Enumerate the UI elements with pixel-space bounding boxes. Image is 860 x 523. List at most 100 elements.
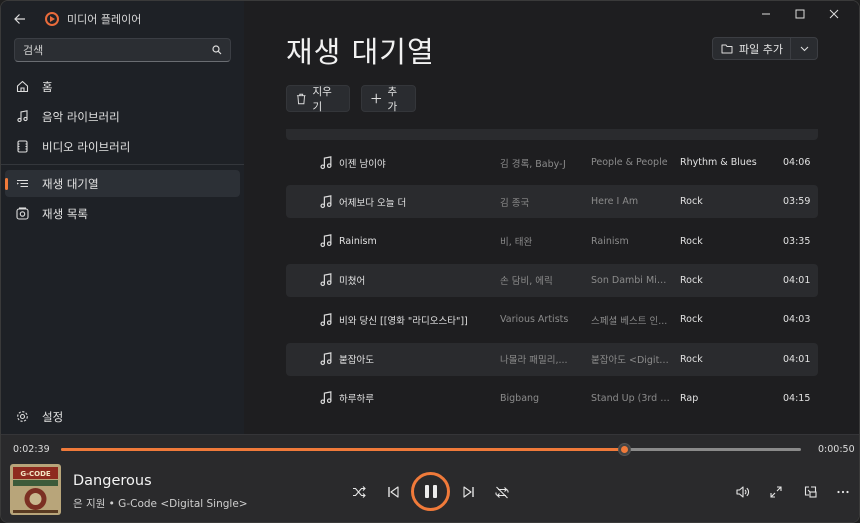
page-title: 재생 대기열 (286, 35, 435, 69)
pause-icon (424, 485, 429, 498)
album-cover[interactable]: G-CODE (10, 464, 61, 515)
fullscreen-button[interactable] (764, 480, 788, 504)
row-duration: 03:35 (783, 235, 811, 247)
nav-item-playlists[interactable]: 재생 목록 (5, 200, 240, 227)
sidebar: 미디어 플레이어 홈 음악 라이브러리 비디오 라이브러리 (1, 1, 244, 434)
row-album: People & People (591, 157, 668, 168)
seek-thumb[interactable] (617, 443, 631, 456)
table-row[interactable]: 미쳤어 손 담비, 에릭 Son Dambi Mini... Rock 04:01 (286, 263, 818, 297)
music-note-icon (319, 312, 333, 327)
folder-icon (721, 44, 733, 54)
music-note-icon (319, 155, 333, 170)
row-genre: Rock (680, 196, 703, 208)
table-row[interactable]: 하루하루 Bigbang Stand Up (3rd M... Rap 04:15 (286, 382, 818, 415)
search-box[interactable] (14, 38, 231, 62)
player-bar: 0:02:39 0:00:50 G-CODE Dangerous 은 지원 • … (1, 434, 859, 522)
nav-item-settings[interactable]: 설정 (5, 403, 240, 430)
add-file-dropdown[interactable] (791, 46, 817, 52)
row-genre: Rap (680, 392, 699, 404)
add-file-label: 파일 추가 (739, 42, 783, 56)
expand-icon (770, 486, 782, 498)
row-genre: Rock (680, 353, 703, 365)
row-title: 어제보다 오늘 더 (339, 197, 407, 209)
music-note-icon (319, 352, 333, 366)
home-icon (14, 79, 30, 95)
row-title: 비와 당신 [[영화 "라디오스타"]] (339, 315, 468, 327)
nav-item-home[interactable]: 홈 (5, 73, 240, 100)
arrow-left-icon (14, 14, 25, 24)
seek-progress (61, 448, 625, 451)
minimize-icon (762, 13, 770, 15)
clear-label: 지우기 (312, 85, 332, 113)
row-artist: 나몰라 패밀리,... (500, 355, 568, 366)
skip-next-icon (463, 486, 474, 498)
music-note-icon (319, 391, 333, 405)
nav-item-video-library[interactable]: 비디오 라이브러리 (5, 133, 240, 160)
nav-item-queue[interactable]: 재생 대기열 (5, 170, 240, 197)
row-genre: Rock (680, 235, 703, 247)
add-file-split-button: 파일 추가 (712, 37, 818, 60)
table-row[interactable]: 이젠 남이야 김 경록, Baby-J People & People Rhythm … (286, 146, 818, 179)
row-duration: 04:01 (783, 353, 811, 365)
add-button[interactable]: 추가 (361, 85, 416, 113)
mini-player-button[interactable] (798, 480, 822, 504)
playlist-icon (14, 206, 30, 222)
app-logo-icon (45, 12, 59, 26)
row-album: 붙잡아도 <Digita... (591, 355, 671, 366)
row-artist: 비, 태완 (500, 237, 533, 249)
row-artist: 김 경록, Baby-J (500, 158, 566, 170)
row-album: Here I Am (591, 196, 639, 208)
table-row[interactable]: 붙잡아도 나몰라 패밀리,... 붙잡아도 <Digita... Rock 04:01 (286, 342, 818, 376)
shuffle-button[interactable] (347, 480, 371, 504)
next-button[interactable] (457, 480, 481, 504)
volume-icon (736, 486, 750, 498)
app-window: 미디어 플레이어 홈 음악 라이브러리 비디오 라이브러리 (0, 0, 860, 523)
music-note-icon (319, 273, 333, 287)
clear-button[interactable]: 지우기 (286, 85, 350, 113)
pause-button[interactable] (411, 472, 450, 511)
list-item[interactable] (286, 129, 818, 140)
cover-logo-text: G-CODE (20, 470, 51, 478)
plus-icon (371, 93, 382, 104)
repeat-off-icon (495, 486, 509, 498)
repeat-button[interactable] (490, 480, 514, 504)
picture-in-picture-icon (804, 486, 817, 498)
row-title: 미쳤어 (339, 276, 366, 288)
row-genre: Rock (680, 314, 703, 326)
row-title: 붙잡아도 (339, 355, 374, 366)
search-input[interactable] (23, 43, 212, 57)
close-button[interactable] (817, 5, 851, 23)
volume-button[interactable] (731, 480, 755, 504)
previous-button[interactable] (381, 480, 405, 504)
row-duration: 04:06 (783, 157, 811, 168)
film-icon (14, 139, 30, 155)
nav-item-music-library[interactable]: 음악 라이브러리 (5, 103, 240, 130)
nav-label-video-library: 비디오 라이브러리 (42, 139, 131, 154)
row-album: 스페셜 베스트 인... (591, 315, 668, 327)
back-button[interactable] (11, 10, 29, 28)
maximize-button[interactable] (783, 5, 817, 23)
nav-divider (1, 164, 244, 165)
trash-icon (296, 93, 306, 104)
app-title: 미디어 플레이어 (67, 13, 142, 26)
window-controls (749, 5, 851, 23)
maximize-icon (795, 9, 805, 19)
title-bar: 미디어 플레이어 (11, 9, 141, 29)
table-row[interactable]: 비와 당신 [[영화 "라디오스타"]] Various Artists 스페셜 베… (286, 303, 818, 336)
seek-slider[interactable] (61, 443, 801, 456)
nav-label-settings: 설정 (42, 409, 64, 424)
search-icon[interactable] (212, 45, 222, 55)
minimize-button[interactable] (749, 5, 783, 23)
more-options-button[interactable] (831, 480, 855, 504)
row-title: Rainism (339, 235, 377, 247)
table-row[interactable]: Rainism 비, 태완 Rainism Rock 03:35 (286, 225, 818, 258)
row-title: 이젠 남이야 (339, 158, 386, 170)
song-title[interactable]: Dangerous (73, 473, 152, 489)
row-title: 하루하루 (339, 394, 374, 406)
queue-list-icon (14, 176, 30, 192)
queue-list: 이젠 남이야 김 경록, Baby-J People & People Rhythm … (286, 129, 818, 434)
row-duration: 04:03 (783, 314, 811, 326)
table-row[interactable]: 어제보다 오늘 더 김 종국 Here I Am Rock 03:59 (286, 185, 818, 219)
add-file-button[interactable]: 파일 추가 (713, 38, 791, 59)
nav-label-home: 홈 (42, 79, 53, 94)
